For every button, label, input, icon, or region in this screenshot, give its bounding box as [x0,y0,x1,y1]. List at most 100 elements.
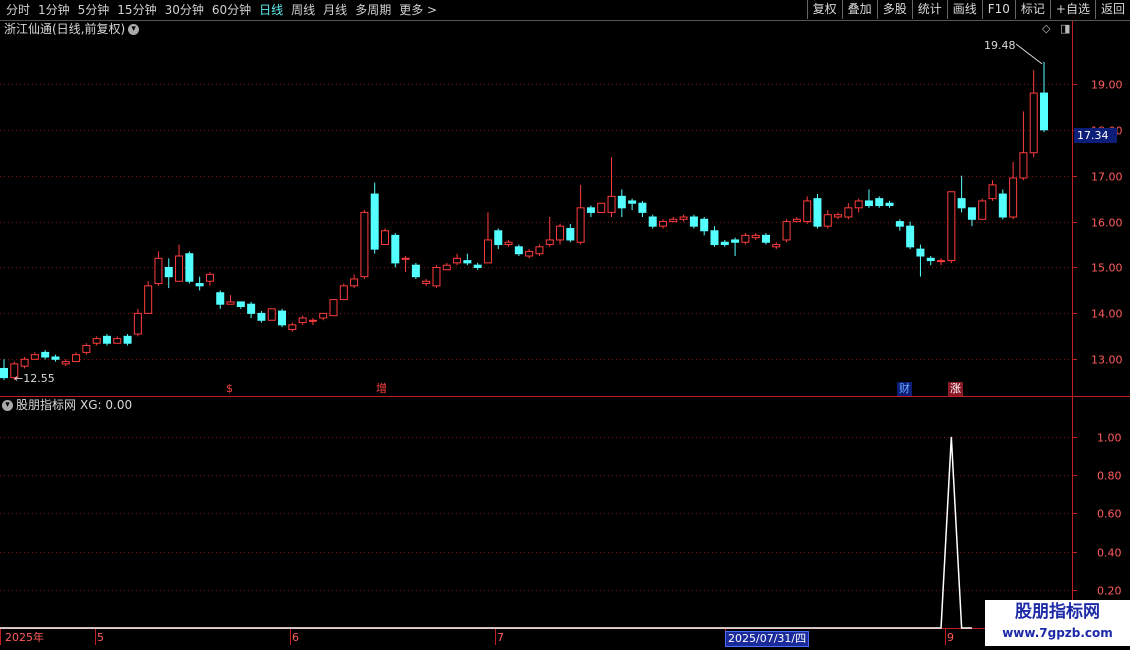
candle-body [607,195,616,213]
candle-body [751,234,760,239]
candle-body [278,310,287,326]
candle-body [597,202,606,213]
price-tick-label-0: 13.00 [1091,354,1123,367]
candle-body [401,257,410,260]
candle-body [102,335,111,344]
candle-body [700,218,709,232]
price-tick-label-1: 14.00 [1091,308,1123,321]
date-month-9: 9 [947,631,954,644]
price-chart: 13.0014.0015.0016.0017.0018.0019.000.200… [0,21,1130,645]
watermark-title: 股朋指标网 [1015,602,1100,622]
date-month-6: 6 [292,631,299,644]
candle-body [113,338,122,344]
high-pointer [1015,43,1043,65]
candle-body [216,292,225,305]
candle-body [978,200,987,220]
candle-body [525,250,534,257]
candle-body [422,280,431,285]
indicator-name: 股朋指标网 [16,398,77,412]
candle-body [803,200,812,223]
candle-body [710,230,719,246]
candle-body [185,253,194,282]
candle-body [1029,92,1038,154]
candle-body [288,324,297,330]
candle-body [576,207,585,243]
candle-body [669,218,678,223]
date-cursor: 2025/07/31/四 [725,631,810,647]
candle-body [82,345,91,353]
candle-body [957,198,966,209]
candle-body [41,351,50,358]
candle-body [782,221,791,241]
candle-body [51,356,60,360]
candle-body [586,207,595,213]
candle-body [92,338,101,344]
candle-body [628,200,637,204]
candle-body [0,367,8,379]
candle-body [308,319,317,322]
candle-body [906,225,915,248]
candle-body [144,285,153,314]
date-month-7: 7 [497,631,504,644]
candle-body [72,354,81,363]
price-tick-label-6: 19.00 [1091,79,1123,92]
indicator-tick-label-1: 0.40 [1097,547,1122,560]
candle-body [123,335,132,344]
indicator-tick-label-4: 1.00 [1097,432,1122,445]
candle-body [164,266,173,278]
candle-body [339,285,348,301]
candle-body [937,260,946,263]
date-month-5: 5 [97,631,104,644]
candle-body [792,218,801,223]
candle-body [154,257,163,285]
chevron-down-icon[interactable]: ▾ [2,400,13,411]
candle-body [731,239,740,243]
candle-body [514,246,523,255]
price-tick-label-4: 17.00 [1091,171,1123,184]
candle-body [895,221,904,227]
marker-zeng[interactable]: 增 [376,382,387,396]
candle-body [772,244,781,248]
candle-body [947,191,956,262]
candle-body [195,283,204,287]
candle-body [1009,177,1018,218]
candle-body [761,234,770,243]
candle-body [988,184,997,200]
candle-body [61,361,70,365]
watermark-url: www.7gpzb.com [1002,626,1113,640]
watermark: 股朋指标网 www.7gpzb.com [985,600,1130,646]
candle-body [175,255,184,282]
candle-body [133,312,142,335]
candle-body [267,308,276,321]
candle-body [556,225,565,241]
marker-zhang[interactable]: 涨 [948,382,963,396]
price-tick-label-2: 15.00 [1091,262,1123,275]
candle-body [463,260,472,264]
candle-body [473,264,482,268]
candle-body [453,257,462,264]
low-label: ←12.55 [14,372,55,385]
indicator-tick-label-3: 0.80 [1097,470,1122,483]
candle-body [226,301,235,305]
candle-body [350,278,359,287]
xg-series-line [0,436,972,629]
candle-body [504,241,513,246]
candle-body [834,214,843,218]
candle-body [442,264,451,271]
candle-body [432,266,441,287]
candle-body [720,241,729,246]
high-label: 19.48 [984,39,1016,52]
marker-cai[interactable]: 财 [897,382,912,396]
marker-s[interactable]: $ [226,382,233,396]
candle-body [689,216,698,227]
candle-body [741,234,750,243]
candle-body [864,200,873,207]
indicator-tick-label-0: 0.20 [1097,585,1122,598]
candle-body [844,207,853,218]
candle-body [916,248,925,257]
candle-body [854,200,863,209]
candle-body [617,195,626,209]
candle-body [370,193,379,250]
candle-body [535,246,544,255]
candle-body [875,198,884,207]
